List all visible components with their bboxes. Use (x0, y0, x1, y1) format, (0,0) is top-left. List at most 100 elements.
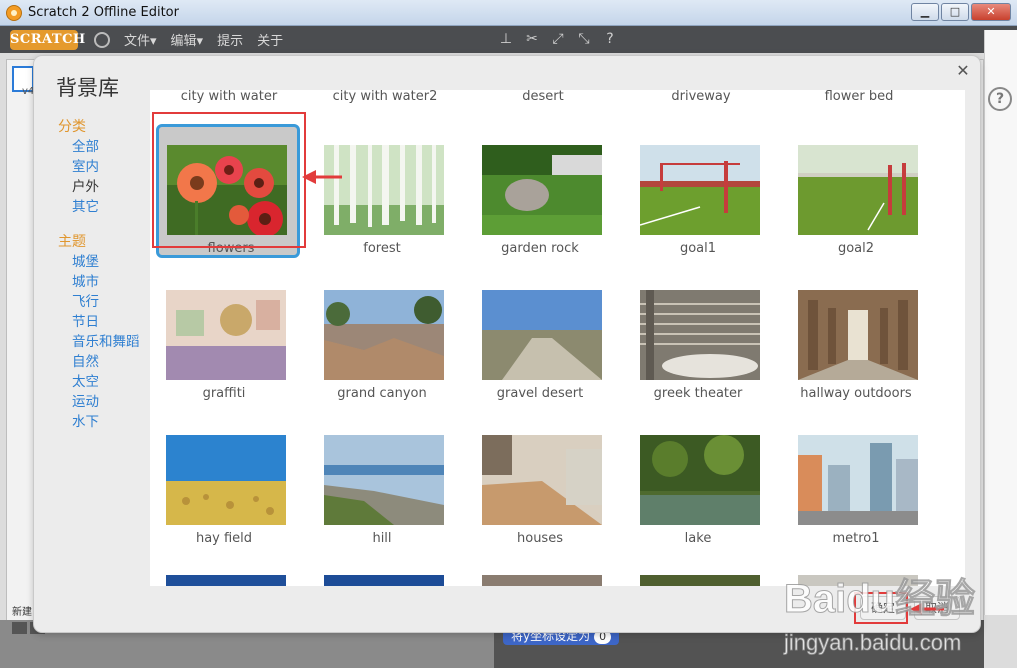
menubar: SCRATCH 文件▾ 编辑▾ 提示 关于 ⊥ ✂ ⤢ ⤡ ? (0, 26, 1017, 53)
backdrop-tile-greek-theater[interactable]: greek theater (626, 269, 770, 403)
theme-city[interactable]: 城市 (72, 272, 140, 292)
minimize-button[interactable]: ▁ (911, 3, 939, 21)
theme-space[interactable]: 太空 (72, 372, 140, 392)
right-strip (984, 30, 1017, 615)
cut-scissors-icon[interactable]: ✂ (524, 30, 540, 48)
category-other[interactable]: 其它 (72, 197, 99, 217)
menu-file[interactable]: 文件▾ (124, 30, 157, 49)
backdrop-label-gravel-desert: gravel desert (496, 386, 584, 401)
theme-underwater[interactable]: 水下 (72, 412, 140, 432)
backdrop-tile-partial[interactable] (324, 575, 444, 586)
backdrop-label-hallway-outdoors: hallway outdoors (800, 386, 912, 401)
backdrop-label-greek-theater: greek theater (653, 386, 743, 401)
backdrop-tile-goal1[interactable]: goal1 (626, 124, 770, 258)
watermark-line1: Baidu经验 (784, 577, 975, 621)
backdrop-tile-lake[interactable]: lake (626, 414, 770, 548)
backdrop-label-driveway[interactable]: driveway (622, 90, 780, 104)
theme-music-dance[interactable]: 音乐和舞蹈 (72, 332, 140, 352)
greek-theater-thumbnail (640, 290, 760, 380)
watermark-line2: jingyan.baidu.com (783, 630, 961, 655)
backdrop-tile-graffiti[interactable]: graffiti (152, 269, 296, 403)
menu-tips[interactable]: 提示 (217, 30, 243, 49)
annotation-highlight-frame (152, 112, 306, 248)
backdrop-label-flower-bed[interactable]: flower bed (780, 90, 938, 104)
backdrop-tile-hallway-outdoors[interactable]: hallway outdoors (784, 269, 928, 403)
hay-field-thumbnail (166, 435, 286, 525)
scratch-cat-icon (6, 4, 22, 21)
menu-edit[interactable]: 编辑▾ (171, 30, 204, 49)
maximize-button[interactable]: □ (941, 3, 969, 21)
category-heading: 分类 (58, 119, 86, 135)
language-globe-icon[interactable] (94, 31, 110, 48)
backdrop-label-city-with-water[interactable]: city with water (150, 90, 308, 104)
backdrop-tile-metro1[interactable]: metro1 (784, 414, 928, 548)
backdrop-label-forest: forest (363, 241, 401, 256)
backdrop-label-hay-field: hay field (195, 531, 253, 546)
backdrop-tile-gravel-desert[interactable]: gravel desert (468, 269, 612, 403)
backdrop-label-goal1: goal1 (679, 241, 717, 256)
theme-flying[interactable]: 飞行 (72, 292, 140, 312)
backdrop-label-city-with-water2[interactable]: city with water2 (306, 90, 464, 104)
backdrop-tile-partial[interactable] (166, 575, 286, 586)
backdrop-tile-partial[interactable] (640, 575, 760, 586)
category-list: 全部 室内 户外 其它 (72, 137, 99, 217)
grow-icon[interactable]: ⤢ (550, 30, 566, 48)
backdrop-label-desert[interactable]: desert (464, 90, 622, 104)
baidu-jingyan-watermark: Baidu经验 jingyan.baidu.com (783, 577, 976, 656)
backdrop-label-graffiti: graffiti (202, 386, 246, 401)
window-controls: ▁ □ ✕ (911, 3, 1011, 21)
theme-sports[interactable]: 运动 (72, 392, 140, 412)
block-help-icon[interactable]: ? (602, 30, 618, 48)
gravel-desert-thumbnail (482, 290, 602, 380)
backdrop-tile-partial[interactable] (482, 575, 602, 586)
new-backdrop-label: 新建 (12, 607, 32, 618)
backdrop-tile-grand-canyon[interactable]: grand canyon (310, 269, 454, 403)
dialog-close-button[interactable]: ✕ (954, 62, 972, 80)
theme-heading: 主题 (58, 234, 86, 250)
hallway-outdoors-thumbnail (798, 290, 918, 380)
garden-rock-thumbnail (482, 145, 602, 235)
backdrop-tile-hill[interactable]: hill (310, 414, 454, 548)
shrink-icon[interactable]: ⤡ (576, 30, 592, 48)
backdrop-label-garden-rock: garden rock (501, 241, 579, 256)
toolbar-icons: ⊥ ✂ ⤢ ⤡ ? (498, 30, 618, 48)
duplicate-stamp-icon[interactable]: ⊥ (498, 30, 514, 48)
houses-thumbnail (482, 435, 602, 525)
hill-thumbnail (324, 435, 444, 525)
grand-canyon-thumbnail (324, 290, 444, 380)
graffiti-thumbnail (166, 290, 286, 380)
backdrop-tile-garden-rock[interactable]: garden rock (468, 124, 612, 258)
theme-holiday[interactable]: 节日 (72, 312, 140, 332)
forest-thumbnail (324, 145, 444, 235)
top-row-partial: city with water city with water2 desert … (150, 90, 950, 104)
backdrop-label-metro1: metro1 (832, 531, 880, 546)
dialog-title: 背景库 (56, 76, 119, 100)
backdrop-label-grand-canyon: grand canyon (337, 386, 427, 401)
help-icon[interactable]: ? (988, 87, 1012, 111)
annotation-arrow-icon (302, 170, 342, 184)
theme-castle[interactable]: 城堡 (72, 252, 140, 272)
category-all[interactable]: 全部 (72, 137, 99, 157)
metro1-thumbnail (798, 435, 918, 525)
version-label: v4 (22, 86, 35, 97)
category-indoors[interactable]: 室内 (72, 157, 99, 177)
category-outdoors[interactable]: 户外 (72, 177, 99, 197)
backdrop-tile-goal2[interactable]: goal2 (784, 124, 928, 258)
goal1-thumbnail (640, 145, 760, 235)
backdrop-label-goal2: goal2 (837, 241, 875, 256)
backdrop-tile-hay-field[interactable]: hay field (152, 414, 296, 548)
backdrop-label-lake: lake (684, 531, 712, 546)
scratch-logo[interactable]: SCRATCH (10, 29, 85, 50)
set-y-block-value[interactable]: 0 (594, 630, 612, 644)
paint-backdrop-icon[interactable] (12, 622, 27, 634)
backdrop-label-hill: hill (372, 531, 392, 546)
goal2-thumbnail (798, 145, 918, 235)
backdrop-tile-forest[interactable]: forest (310, 124, 454, 258)
lake-thumbnail (640, 435, 760, 525)
theme-nature[interactable]: 自然 (72, 352, 140, 372)
window-title: Scratch 2 Offline Editor (28, 5, 179, 20)
menu-about[interactable]: 关于 (257, 30, 283, 49)
backdrop-tile-houses[interactable]: houses (468, 414, 612, 548)
close-window-button[interactable]: ✕ (971, 3, 1011, 21)
backdrop-label-houses: houses (517, 531, 563, 546)
